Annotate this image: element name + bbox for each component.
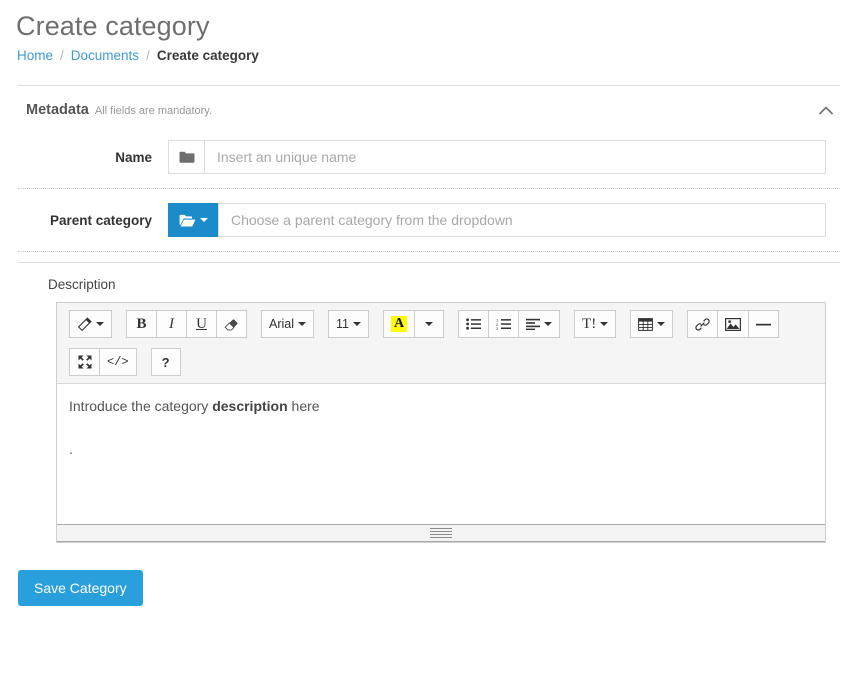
name-input[interactable] bbox=[204, 140, 826, 175]
editor-content-area[interactable]: Introduce the category description here … bbox=[57, 384, 825, 525]
insert-group bbox=[687, 310, 780, 339]
help-label: ? bbox=[161, 354, 170, 370]
code-view-icon[interactable]: </> bbox=[99, 348, 137, 377]
style-group bbox=[69, 310, 112, 339]
rich-text-editor: B I U Arial 11 A 1 2 3 T! </> ? Introduc… bbox=[56, 302, 826, 544]
italic-icon[interactable]: I bbox=[156, 310, 186, 339]
color-group: A bbox=[383, 310, 445, 339]
paragraph-align-icon[interactable] bbox=[518, 310, 561, 339]
help-icon[interactable]: ? bbox=[150, 348, 181, 377]
unordered-list-icon[interactable] bbox=[458, 310, 489, 339]
underline-label: U bbox=[196, 315, 207, 332]
recent-color-icon[interactable]: A bbox=[383, 310, 415, 339]
underline-icon[interactable]: U bbox=[186, 310, 216, 339]
color-dropdown[interactable] bbox=[414, 310, 445, 339]
caret-down-icon bbox=[600, 322, 609, 327]
caret-down-icon bbox=[199, 218, 208, 223]
folder-icon bbox=[168, 140, 204, 175]
font-name-group: Arial bbox=[261, 310, 315, 339]
highlight-letter: A bbox=[391, 316, 408, 333]
page-title: Create category bbox=[16, 11, 210, 41]
eraser-icon[interactable] bbox=[216, 310, 247, 339]
parent-category-dropdown-button[interactable] bbox=[168, 203, 218, 238]
font-family-dropdown[interactable]: Arial bbox=[261, 310, 315, 339]
name-label: Name bbox=[115, 149, 152, 165]
caret-down-icon bbox=[298, 322, 307, 327]
italic-label: I bbox=[169, 315, 174, 332]
resize-grip-icon[interactable] bbox=[430, 528, 452, 539]
caret-down-icon bbox=[657, 322, 666, 327]
breadcrumb-separator: / bbox=[146, 48, 150, 64]
field-row-parent-category: Parent category bbox=[18, 189, 840, 253]
description-block: Description B I U Arial 11 A 1 2 3 T! </… bbox=[18, 262, 840, 544]
font-size-group: 11 bbox=[328, 310, 369, 339]
picture-icon[interactable] bbox=[717, 310, 749, 339]
list-group: 123 bbox=[458, 310, 561, 339]
font-family-label: Arial bbox=[269, 317, 295, 332]
table-icon[interactable] bbox=[630, 310, 674, 339]
create-category-page: Create category Home / Documents / Creat… bbox=[0, 0, 854, 675]
table-group bbox=[630, 310, 674, 339]
metadata-panel: Metadata All fields are mandatory. Name … bbox=[18, 85, 840, 544]
name-input-group bbox=[168, 140, 826, 175]
description-label: Description bbox=[48, 277, 116, 293]
font-style-group: B I U bbox=[126, 310, 247, 339]
editor-paragraph-2: . bbox=[69, 441, 73, 458]
caret-down-icon bbox=[353, 322, 361, 327]
metadata-subtitle: All fields are mandatory. bbox=[94, 105, 213, 118]
parent-category-label: Parent category bbox=[49, 212, 152, 228]
caret-down-icon bbox=[96, 322, 104, 327]
save-category-button[interactable]: Save Category bbox=[18, 570, 143, 607]
view-group: </> bbox=[69, 348, 137, 377]
editor-text-suffix: here bbox=[287, 398, 320, 415]
breadcrumb-item-home[interactable]: Home bbox=[17, 48, 53, 63]
font-size-dropdown[interactable]: 11 bbox=[328, 310, 369, 339]
ordered-list-icon[interactable]: 123 bbox=[488, 310, 519, 339]
bold-icon[interactable]: B bbox=[126, 310, 156, 339]
breadcrumb-item-documents[interactable]: Documents bbox=[71, 48, 139, 63]
line-height-group: T! bbox=[574, 310, 617, 339]
fullscreen-icon[interactable] bbox=[69, 348, 99, 377]
parent-category-input[interactable] bbox=[218, 203, 826, 238]
editor-toolbar: B I U Arial 11 A 1 2 3 T! </> ? bbox=[57, 303, 825, 385]
line-height-label: T! bbox=[582, 315, 597, 332]
folder-open-icon bbox=[179, 214, 196, 227]
form-actions: Save Category bbox=[0, 543, 854, 607]
caret-down-icon bbox=[425, 322, 434, 327]
help-group: ? bbox=[150, 348, 181, 377]
metadata-panel-header-left: Metadata All fields are mandatory. bbox=[26, 102, 212, 118]
horizontal-rule-icon[interactable] bbox=[748, 310, 780, 339]
parent-category-input-group bbox=[168, 203, 826, 238]
chevron-up-icon[interactable] bbox=[816, 102, 836, 118]
editor-text-bold: description bbox=[212, 398, 288, 415]
breadcrumb-separator: / bbox=[60, 48, 64, 64]
metadata-panel-header: Metadata All fields are mandatory. bbox=[18, 86, 840, 126]
svg-text:3: 3 bbox=[496, 326, 499, 330]
magic-wand-icon[interactable] bbox=[69, 310, 112, 339]
font-size-label: 11 bbox=[336, 317, 349, 332]
editor-paragraph-1: Introduce the category description here bbox=[69, 396, 811, 417]
metadata-title: Metadata bbox=[26, 102, 89, 119]
field-row-name: Name bbox=[18, 126, 840, 190]
editor-statusbar bbox=[57, 524, 825, 543]
line-height-icon[interactable]: T! bbox=[574, 310, 617, 339]
breadcrumb: Home / Documents / Create category bbox=[0, 42, 854, 63]
link-icon[interactable] bbox=[687, 310, 718, 339]
code-view-label: </> bbox=[107, 355, 129, 370]
editor-text-prefix: Introduce the category bbox=[69, 398, 213, 415]
caret-down-icon bbox=[544, 322, 553, 327]
bold-label: B bbox=[136, 315, 147, 332]
breadcrumb-item-current: Create category bbox=[156, 48, 259, 64]
